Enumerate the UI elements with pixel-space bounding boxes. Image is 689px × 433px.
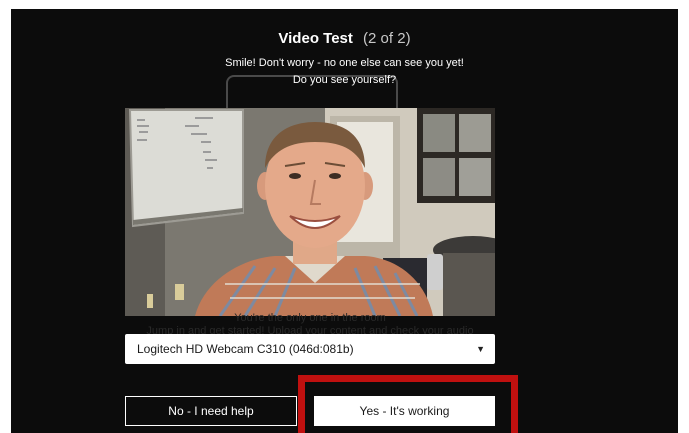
dialog-subtitle: Smile! Don't worry - no one else can see… <box>225 57 464 69</box>
video-test-dialog: Video Test (2 of 2) Smile! Don't worry -… <box>11 9 678 433</box>
camera-select-dropdown[interactable]: Logitech HD Webcam C310 (046d:081b) ▼ <box>125 334 495 364</box>
webcam-preview <box>125 108 495 316</box>
dialog-title-row: Video Test (2 of 2) <box>11 29 678 49</box>
dialog-title: Video Test <box>278 30 353 47</box>
webcam-preview-image <box>125 108 495 316</box>
dialog-question: Do you see yourself? <box>292 74 397 86</box>
background-ghost-text: You're the only one in the room <box>234 312 386 324</box>
no-need-help-button[interactable]: No - I need help <box>125 396 297 426</box>
caret-down-icon: ▼ <box>476 344 485 354</box>
yes-its-working-button[interactable]: Yes - It's working <box>314 396 495 426</box>
dialog-step-indicator: (2 of 2) <box>363 30 411 47</box>
camera-select-value: Logitech HD Webcam C310 (046d:081b) <box>137 342 354 356</box>
